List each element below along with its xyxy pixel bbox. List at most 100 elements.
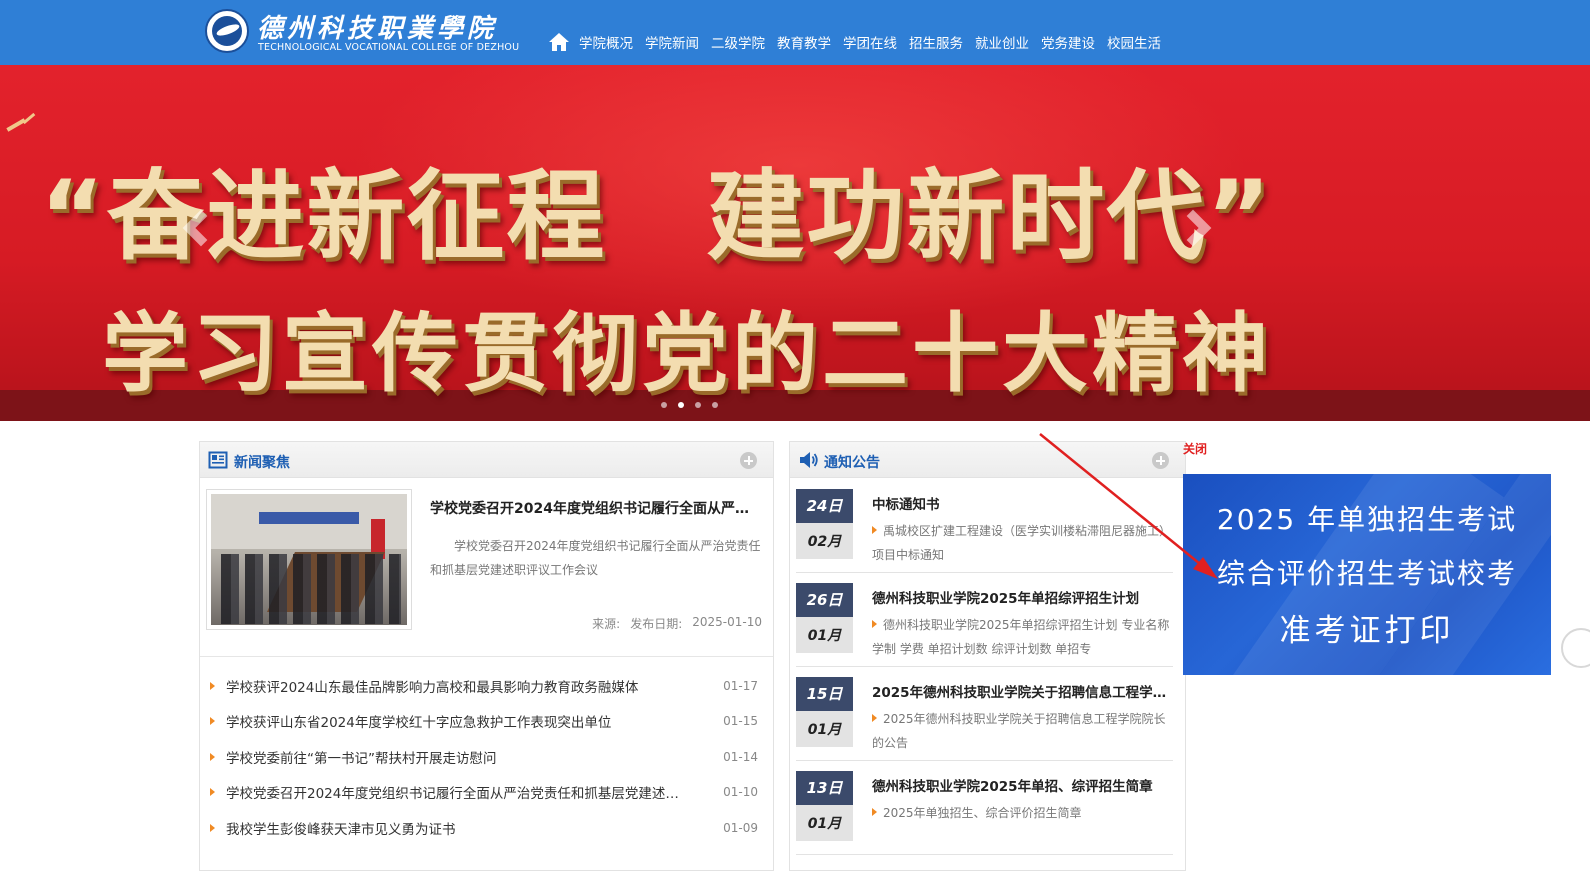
- notice-desc: 2025年单独招生、综合评价招生简章: [872, 801, 1172, 825]
- notice-date-block: 26日 01月: [796, 583, 853, 655]
- bullet-arrow-icon: [210, 788, 215, 797]
- nav-item-student-league[interactable]: 学团在线: [843, 32, 897, 52]
- notice-panel-title: 通知公告: [824, 455, 880, 471]
- notice-month: 01月: [796, 711, 853, 747]
- notice-title[interactable]: 中标通知书: [872, 493, 1172, 513]
- side-float-button[interactable]: [1561, 628, 1590, 668]
- news-panel-header: 新闻聚焦: [200, 442, 773, 478]
- site-header: 德州科技职業學院 TECHNOLOGICAL VOCATIONAL COLLEG…: [0, 0, 1590, 65]
- bullet-arrow-icon: [210, 823, 215, 832]
- notice-title[interactable]: 德州科技职业学院2025年单招综评招生计划: [872, 587, 1172, 607]
- notice-month: 01月: [796, 617, 853, 653]
- notice-day: 24日: [796, 489, 853, 523]
- popup-line-1: 2025 年单独招生考试: [1216, 503, 1518, 536]
- nav-item-schools[interactable]: 二级学院: [711, 32, 765, 52]
- notice-title[interactable]: 德州科技职业学院2025年单招、综评招生简章: [872, 775, 1172, 795]
- notice-day: 13日: [796, 771, 853, 805]
- hero-banner[interactable]: “奋进新征程 建功新时代” 学习宣传贯彻党的二十大精神: [0, 65, 1590, 421]
- notice-more-plus-circle-icon[interactable]: [1152, 452, 1169, 469]
- notice-desc-text: 德州科技职业学院2025年单招综评招生计划 专业名称 学制 学费 单招计划数 综…: [872, 618, 1170, 656]
- nav-item-admissions[interactable]: 招生服务: [909, 32, 963, 52]
- banner-dot-4[interactable]: [712, 402, 718, 408]
- banner-dot-1[interactable]: [661, 402, 667, 408]
- feature-news-photo[interactable]: [206, 489, 412, 630]
- feature-source-label: 来源:: [592, 617, 621, 631]
- admission-ticket-popup[interactable]: 2025 年单独招生考试 综合评价招生考试校考 准考证打印: [1183, 474, 1551, 675]
- bullet-arrow-icon: [210, 717, 215, 726]
- feature-date: 2025-01-10: [692, 615, 762, 629]
- news-divider: [200, 656, 773, 657]
- banner-dot-2[interactable]: [678, 402, 684, 408]
- bullet-arrow-icon: [210, 681, 215, 690]
- list-item[interactable]: 学校党委召开2024年度党组织书记履行全面从严治党责任和抓基层党建述职评议工作会…: [208, 775, 764, 811]
- notice-date-block: 15日 01月: [796, 677, 853, 749]
- banner-headline: “奋进新征程 建功新时代”: [40, 160, 1273, 274]
- notice-day: 26日: [796, 583, 853, 617]
- bullet-arrow-icon: [872, 808, 877, 816]
- feature-news-meta: 来源: 发布日期: 2025-01-10: [430, 615, 762, 632]
- banner-dot-3[interactable]: [695, 402, 701, 408]
- feature-news-summary: 学校党委召开2024年度党组织书记履行全面从严治党责任和抓基层党建述职评议工作会…: [430, 539, 761, 577]
- speaker-icon: [798, 450, 818, 470]
- news-item-title[interactable]: 我校学生彭俊峰获天津市见义勇为证书: [226, 818, 720, 838]
- nav-item-campus-life[interactable]: 校园生活: [1107, 32, 1161, 52]
- site-logo[interactable]: 德州科技职業學院 TECHNOLOGICAL VOCATIONAL COLLEG…: [205, 6, 525, 58]
- feature-date-label: 发布日期:: [630, 617, 683, 631]
- feature-news-title[interactable]: 学校党委召开2024年度党组织书记履行全面从严治党责任和抓基层党建述职评议工作会…: [430, 498, 762, 518]
- notice-date-block: 24日 02月: [796, 489, 853, 561]
- news-panel-title: 新闻聚焦: [234, 455, 290, 471]
- list-item[interactable]: 我校学生彭俊峰获天津市见义勇为证书 01-09: [208, 810, 764, 846]
- nav-item-teaching[interactable]: 教育教学: [777, 32, 831, 52]
- list-item[interactable]: 学校党委前往“第一书记”帮扶村开展走访慰问 01-14: [208, 739, 764, 775]
- banner-ribbon-decoration: [22, 112, 36, 125]
- bullet-arrow-icon: [210, 752, 215, 761]
- notice-month: 01月: [796, 805, 853, 841]
- notice-panel-header: 通知公告: [790, 442, 1185, 478]
- notice-day: 15日: [796, 677, 853, 711]
- news-item-title[interactable]: 学校获评山东省2024年度学校红十字应急救护工作表现突出单位: [226, 711, 720, 731]
- news-item-date: 01-14: [723, 749, 758, 764]
- popup-close-link[interactable]: 关闭: [1183, 440, 1207, 457]
- news-list: 学校获评2024山东最佳品牌影响力高校和最具影响力教育政务融媒体 01-17 学…: [208, 668, 764, 846]
- news-item-date: 01-10: [723, 785, 758, 800]
- list-item[interactable]: 学校获评山东省2024年度学校红十字应急救护工作表现突出单位 01-15: [208, 704, 764, 740]
- banner-pagination: [661, 402, 729, 408]
- notice-desc: 2025年德州科技职业学院关于招聘信息工程学院院长的公告: [872, 707, 1172, 755]
- list-item[interactable]: 学校获评2024山东最佳品牌影响力高校和最具影响力教育政务融媒体 01-17: [208, 668, 764, 704]
- news-item-date: 01-15: [723, 714, 758, 729]
- newspaper-icon: [208, 450, 228, 470]
- notice-desc-text: 2025年德州科技职业学院关于招聘信息工程学院院长的公告: [872, 712, 1166, 750]
- banner-subheadline: 学习宣传贯彻党的二十大精神: [102, 304, 1272, 404]
- popup-line-3: 准考证打印: [1279, 613, 1455, 649]
- news-more-plus-circle-icon[interactable]: [740, 452, 757, 469]
- news-item-date: 01-17: [723, 678, 758, 693]
- nav-item-news[interactable]: 学院新闻: [645, 32, 699, 52]
- list-item[interactable]: 15日 01月 2025年德州科技职业学院关于招聘信息工程学院院长的公告 202…: [796, 667, 1173, 761]
- home-icon[interactable]: [548, 32, 570, 52]
- notice-desc: 禹城校区扩建工程建设（医学实训楼粘滞阻尼器施工）项目中标通知: [872, 519, 1172, 567]
- notice-panel: 通知公告 24日 02月 中标通知书 禹城校区扩建工程建设（医学实训楼粘滞阻尼器…: [789, 441, 1186, 871]
- news-focus-panel: 新闻聚焦 学校党委召开2024年度党组织书记履行全面从严治党责任和抓基层党建述职…: [199, 441, 774, 871]
- bullet-arrow-icon: [872, 714, 877, 722]
- college-seal-icon: [205, 9, 249, 53]
- notice-title[interactable]: 2025年德州科技职业学院关于招聘信息工程学院院长的公告: [872, 681, 1172, 701]
- notice-date-block: 13日 01月: [796, 771, 853, 843]
- news-item-title[interactable]: 学校党委前往“第一书记”帮扶村开展走访慰问: [226, 747, 720, 767]
- popup-line-2: 综合评价招生考试校考: [1216, 557, 1517, 590]
- news-item-title[interactable]: 学校党委召开2024年度党组织书记履行全面从严治党责任和抓基层党建述职评议工作会…: [226, 782, 720, 802]
- list-item[interactable]: 13日 01月 德州科技职业学院2025年单招、综评招生简章 2025年单独招生…: [796, 761, 1173, 855]
- main-nav: 学院概况 学院新闻 二级学院 教育教学 学团在线 招生服务 就业创业 党务建设 …: [548, 30, 1173, 54]
- notice-month: 02月: [796, 523, 853, 559]
- bullet-arrow-icon: [872, 526, 877, 534]
- meeting-photo: [211, 494, 407, 625]
- news-item-title[interactable]: 学校获评2024山东最佳品牌影响力高校和最具影响力教育政务融媒体: [226, 676, 720, 696]
- notice-list: 24日 02月 中标通知书 禹城校区扩建工程建设（医学实训楼粘滞阻尼器施工）项目…: [790, 479, 1185, 855]
- list-item[interactable]: 26日 01月 德州科技职业学院2025年单招综评招生计划 德州科技职业学院20…: [796, 573, 1173, 667]
- nav-item-employment[interactable]: 就业创业: [975, 32, 1029, 52]
- list-item[interactable]: 24日 02月 中标通知书 禹城校区扩建工程建设（医学实训楼粘滞阻尼器施工）项目…: [796, 479, 1173, 573]
- bullet-arrow-icon: [872, 620, 877, 628]
- notice-desc-text: 2025年单独招生、综合评价招生简章: [883, 806, 1082, 820]
- nav-item-party-building[interactable]: 党务建设: [1041, 32, 1095, 52]
- notice-desc: 德州科技职业学院2025年单招综评招生计划 专业名称 学制 学费 单招计划数 综…: [872, 613, 1172, 661]
- nav-item-overview[interactable]: 学院概况: [579, 32, 633, 52]
